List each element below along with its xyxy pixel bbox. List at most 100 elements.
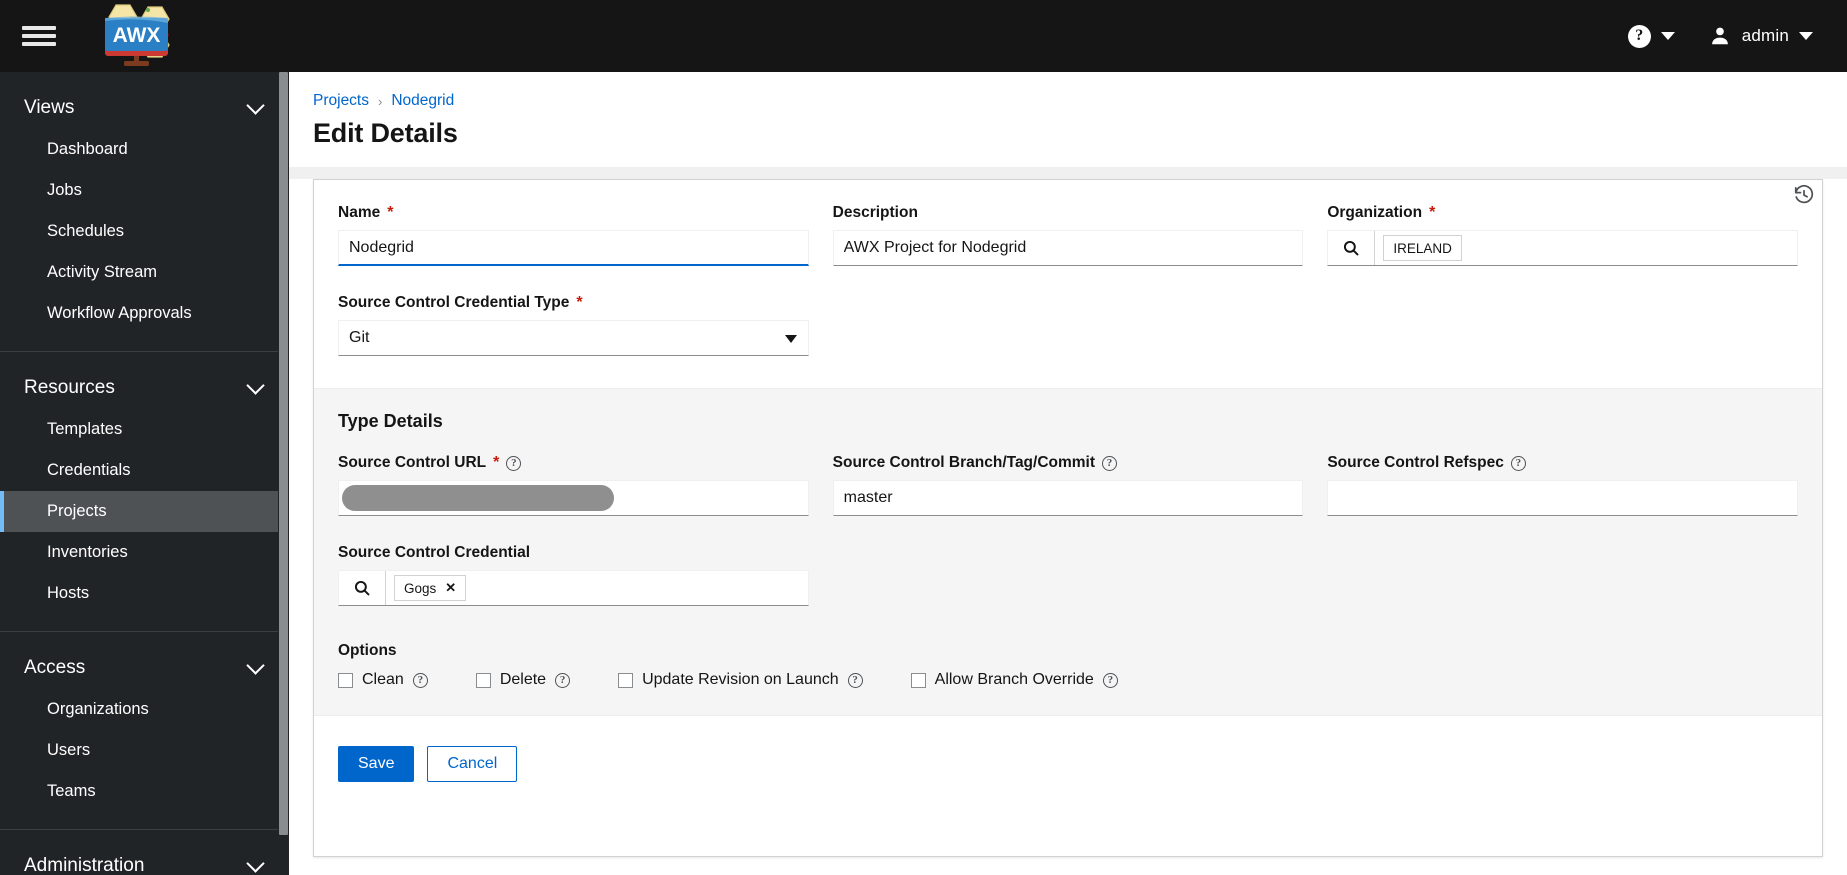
question-circle-icon[interactable]: ? xyxy=(412,672,428,688)
chevron-down-icon[interactable] xyxy=(246,656,265,675)
organization-chip[interactable]: IRELAND xyxy=(1383,235,1462,261)
svg-text:AWX: AWX xyxy=(113,24,161,47)
question-circle-icon[interactable]: ? xyxy=(1510,455,1526,471)
breadcrumb-separator-icon: › xyxy=(378,93,383,109)
name-input[interactable] xyxy=(338,230,809,266)
option-update-revision-on-launch[interactable]: Update Revision on Launch ? xyxy=(618,671,863,689)
description-input[interactable] xyxy=(832,230,1304,266)
question-circle-icon[interactable]: ? xyxy=(1102,455,1118,471)
sidebar-item-label: Workflow Approvals xyxy=(47,304,192,322)
close-icon[interactable]: ✕ xyxy=(445,580,456,596)
chevron-down-icon[interactable] xyxy=(246,376,265,395)
scm-credential-chip[interactable]: Gogs ✕ xyxy=(394,575,467,601)
scm-credential-lookup-body[interactable]: Gogs ✕ xyxy=(386,571,808,605)
question-circle-icon[interactable]: ? xyxy=(1102,672,1118,688)
sidebar-item-users[interactable]: Users xyxy=(0,730,289,771)
sidebar-item-label: Organizations xyxy=(47,700,149,718)
name-label-text: Name xyxy=(338,204,381,221)
option-allow-branch-override[interactable]: Allow Branch Override ? xyxy=(910,671,1118,689)
sidebar-item-dashboard[interactable]: Dashboard xyxy=(0,129,289,170)
question-circle-icon[interactable]: ? xyxy=(847,672,863,688)
sidebar-group-resources[interactable]: Resources xyxy=(0,352,289,409)
sidebar-scrollbar-track[interactable] xyxy=(278,72,289,875)
question-circle-icon[interactable]: ? xyxy=(555,672,571,688)
organization-lookup[interactable]: IRELAND xyxy=(1327,230,1798,266)
name-field-group: Name * xyxy=(338,204,809,266)
user-menu[interactable]: admin xyxy=(1709,25,1823,47)
options-title: Options xyxy=(338,642,397,659)
scm-type-select-wrap: Git xyxy=(338,320,809,356)
scm-refspec-input[interactable] xyxy=(1327,480,1798,516)
option-delete[interactable]: Delete ? xyxy=(475,671,571,689)
sidebar-group-views[interactable]: Views xyxy=(0,72,289,129)
organization-field-group: Organization * IRELAND xyxy=(1327,204,1798,266)
organization-lookup-body[interactable]: IRELAND xyxy=(1375,231,1797,265)
save-button[interactable]: Save xyxy=(338,746,415,782)
user-icon xyxy=(1711,27,1728,45)
scm-url-label: Source Control URL * ? xyxy=(338,454,809,472)
help-menu[interactable]: ? xyxy=(1627,24,1685,48)
awx-logo[interactable]: AWX xyxy=(86,3,194,69)
scm-type-select[interactable]: Git xyxy=(338,320,809,356)
sidebar-item-projects[interactable]: Projects xyxy=(0,491,289,532)
option-update-revision-on-launch-label: Update Revision on Launch xyxy=(642,671,839,688)
breadcrumb-nodegrid[interactable]: Nodegrid xyxy=(391,92,454,110)
sidebar-scrollbar[interactable] xyxy=(278,72,289,875)
sidebar-item-label: Hosts xyxy=(47,584,90,602)
scm-url-label-text: Source Control URL xyxy=(338,454,487,471)
sidebar-navigation: Views Dashboard Jobs Schedules Activity … xyxy=(0,72,289,875)
sidebar-group-label: Views xyxy=(24,97,75,118)
scm-refspec-field-group: Source Control Refspec ? xyxy=(1327,454,1798,516)
question-circle-icon[interactable]: ? xyxy=(1627,24,1651,48)
sidebar-item-templates[interactable]: Templates xyxy=(0,409,289,450)
sidebar-item-inventories[interactable]: Inventories xyxy=(0,532,289,573)
option-clean[interactable]: Clean ? xyxy=(338,671,428,689)
sidebar-item-label: Dashboard xyxy=(47,140,128,158)
scm-credential-label: Source Control Credential xyxy=(338,544,809,562)
sidebar-group-access[interactable]: Access xyxy=(0,632,289,689)
masthead: AWX ? admin xyxy=(0,0,1847,72)
form-actions: Save Cancel xyxy=(314,716,1822,806)
chevron-down-icon-user[interactable] xyxy=(1799,32,1813,40)
description-label-text: Description xyxy=(832,204,918,221)
scm-credential-row: Source Control Credential Gogs ✕ xyxy=(338,544,1798,616)
scm-credential-lookup[interactable]: Gogs ✕ xyxy=(338,570,809,606)
sidebar-item-hosts[interactable]: Hosts xyxy=(0,573,289,614)
search-icon[interactable] xyxy=(339,571,386,605)
description-label: Description xyxy=(833,204,1304,222)
search-icon[interactable] xyxy=(1328,231,1376,265)
type-details-section: Type Details Source Control URL * ? Sour… xyxy=(314,388,1822,716)
sidebar-item-label: Projects xyxy=(47,502,107,520)
question-circle-icon[interactable]: ? xyxy=(506,455,522,471)
cancel-button[interactable]: Cancel xyxy=(427,746,518,782)
sidebar-group-administration[interactable]: Administration xyxy=(0,830,289,875)
checkbox-clean[interactable] xyxy=(338,672,353,688)
hamburger-icon[interactable] xyxy=(22,23,56,49)
checkbox-delete[interactable] xyxy=(475,672,491,688)
checkbox-allow-branch-override[interactable] xyxy=(910,672,926,688)
scm-type-label-text: Source Control Credential Type xyxy=(338,294,570,311)
sidebar-group-label: Administration xyxy=(24,855,145,875)
sidebar-item-teams[interactable]: Teams xyxy=(0,771,289,812)
sidebar-scrollbar-thumb[interactable] xyxy=(279,72,288,835)
sidebar-item-label: Schedules xyxy=(47,222,125,240)
scm-type-field-group: Source Control Credential Type * Git xyxy=(338,294,809,356)
scm-refspec-label: Source Control Refspec ? xyxy=(1327,454,1798,472)
history-icon[interactable] xyxy=(1789,180,1819,210)
breadcrumb-projects[interactable]: Projects xyxy=(313,92,369,110)
sidebar-item-credentials[interactable]: Credentials xyxy=(0,450,289,491)
sidebar-item-schedules[interactable]: Schedules xyxy=(0,211,289,252)
chevron-down-icon[interactable] xyxy=(246,96,265,115)
chevron-down-icon[interactable] xyxy=(246,854,265,873)
scm-branch-input[interactable] xyxy=(832,480,1304,516)
sidebar-item-activity-stream[interactable]: Activity Stream xyxy=(0,252,289,293)
sidebar-item-jobs[interactable]: Jobs xyxy=(0,170,289,211)
checkbox-update-revision-on-launch[interactable] xyxy=(618,672,634,688)
sidebar-group-label: Resources xyxy=(24,377,115,398)
organization-label-text: Organization xyxy=(1327,204,1423,221)
description-field-group: Description xyxy=(832,204,1304,266)
chevron-down-icon-help[interactable] xyxy=(1660,32,1675,40)
scm-branch-label-text: Source Control Branch/Tag/Commit xyxy=(832,454,1096,471)
sidebar-item-workflow-approvals[interactable]: Workflow Approvals xyxy=(0,293,289,334)
sidebar-item-organizations[interactable]: Organizations xyxy=(0,689,289,730)
